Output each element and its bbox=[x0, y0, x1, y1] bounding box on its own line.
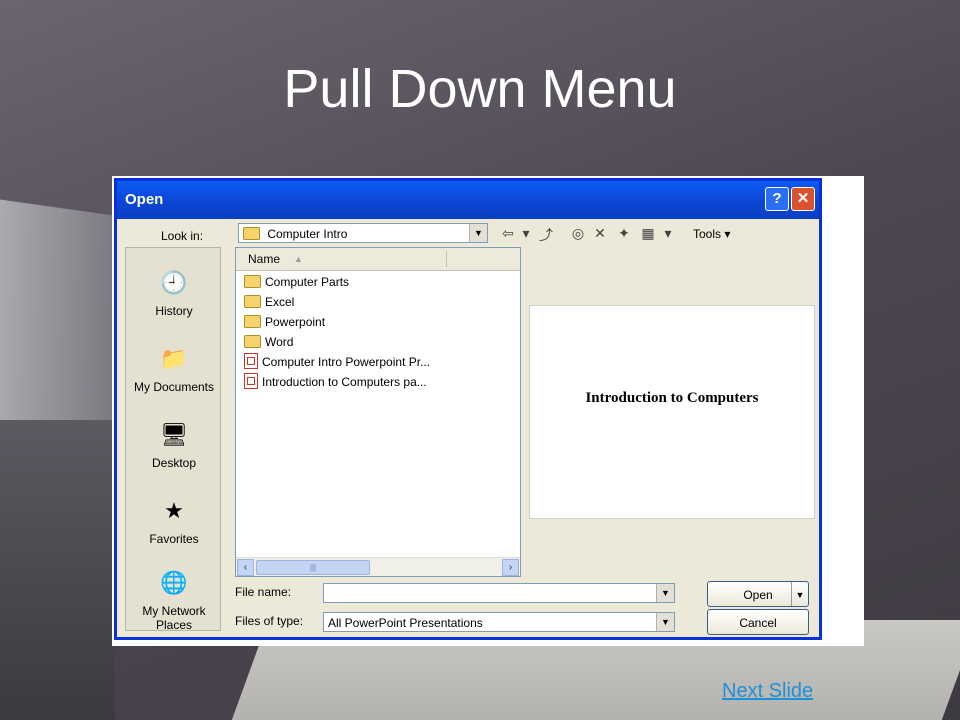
place-my-documents[interactable]: 📁 My Documents bbox=[126, 342, 222, 394]
place-history[interactable]: 🕘 History bbox=[126, 266, 222, 318]
folder-icon bbox=[244, 275, 261, 288]
open-dialog: Open ? ✕ Look in: Computer Intro ▼ ⇦ ▾ ⤴… bbox=[114, 178, 822, 640]
files-of-type-label: Files of type: bbox=[235, 614, 304, 628]
folder-icon bbox=[244, 335, 261, 348]
powerpoint-file-icon bbox=[244, 353, 258, 369]
back-icon[interactable]: ⇦ bbox=[499, 225, 517, 242]
cancel-button[interactable]: Cancel bbox=[707, 609, 809, 635]
look-in-value: Computer Intro bbox=[267, 227, 348, 241]
place-label: My Documents bbox=[133, 380, 215, 394]
file-name-input[interactable]: ▼ bbox=[323, 583, 675, 603]
place-desktop[interactable]: 🖥 Desktop bbox=[126, 418, 222, 470]
chevron-down-icon[interactable]: ▾ bbox=[517, 225, 535, 242]
desktop-icon: 🖥 bbox=[160, 422, 188, 447]
horizontal-scrollbar[interactable]: ‹ ||| › bbox=[236, 557, 520, 576]
folder-icon bbox=[243, 227, 260, 240]
file-name: Introduction to Computers pa... bbox=[262, 375, 427, 389]
list-item[interactable]: Excel bbox=[240, 292, 294, 312]
open-button-label: Open bbox=[743, 588, 773, 602]
file-name: Powerpoint bbox=[265, 315, 326, 329]
places-bar: 🕘 History 📁 My Documents 🖥 Desktop ★ Fav… bbox=[125, 247, 222, 632]
list-item[interactable]: Word bbox=[240, 332, 293, 352]
network-places-icon: 🌐 bbox=[160, 570, 188, 595]
chevron-down-icon[interactable]: ▼ bbox=[469, 224, 487, 242]
close-button[interactable]: ✕ bbox=[791, 187, 815, 211]
look-in-label: Look in: bbox=[161, 229, 204, 243]
chevron-down-icon[interactable]: ▼ bbox=[791, 582, 808, 606]
sort-arrow-icon: ▲ bbox=[294, 254, 303, 264]
folder-icon bbox=[244, 315, 261, 328]
list-item[interactable]: Powerpoint bbox=[240, 312, 325, 332]
history-icon: 🕘 bbox=[160, 270, 188, 295]
tools-menu-button[interactable]: Tools ▾ bbox=[693, 227, 730, 241]
list-item[interactable]: Computer Intro Powerpoint Pr... bbox=[240, 352, 430, 372]
preview-pane: Introduction to Computers bbox=[529, 305, 815, 519]
delete-icon[interactable]: ✕ bbox=[591, 225, 609, 242]
open-button[interactable]: Open ▼ bbox=[707, 581, 809, 607]
file-list: Name ▲ Computer Parts Excel Powerpoint W… bbox=[235, 247, 521, 577]
file-name: Computer Intro Powerpoint Pr... bbox=[262, 355, 431, 369]
favorites-icon: ★ bbox=[164, 498, 184, 523]
files-of-type-select[interactable]: All PowerPoint Presentations ▼ bbox=[323, 612, 675, 632]
place-network[interactable]: 🌐 My Network Places bbox=[126, 566, 222, 632]
screenshot-frame: Open ? ✕ Look in: Computer Intro ▼ ⇦ ▾ ⤴… bbox=[112, 176, 864, 646]
file-name-label: File name: bbox=[235, 585, 292, 599]
next-slide-link[interactable]: Next Slide bbox=[722, 680, 813, 703]
search-web-icon[interactable]: ◎ bbox=[569, 225, 587, 242]
chevron-down-icon[interactable]: ▼ bbox=[656, 584, 674, 602]
folder-icon bbox=[244, 295, 261, 308]
scroll-left-icon[interactable]: ‹ bbox=[237, 559, 254, 576]
column-header-name[interactable]: Name ▲ bbox=[236, 248, 520, 271]
help-button[interactable]: ? bbox=[765, 187, 789, 211]
column-separator bbox=[446, 251, 447, 267]
file-name-value bbox=[324, 587, 328, 601]
up-folder-icon[interactable]: ⤴ bbox=[537, 225, 555, 245]
powerpoint-file-icon bbox=[244, 373, 258, 389]
scroll-right-icon[interactable]: › bbox=[502, 559, 519, 576]
background-shape bbox=[0, 420, 115, 720]
my-documents-icon: 📁 bbox=[160, 346, 188, 371]
chevron-down-icon[interactable]: ▾ bbox=[659, 225, 677, 242]
files-of-type-value: All PowerPoint Presentations bbox=[328, 616, 483, 630]
place-favorites[interactable]: ★ Favorites bbox=[126, 494, 222, 546]
column-name-label: Name bbox=[248, 252, 281, 266]
new-folder-icon[interactable]: ✦ bbox=[615, 225, 633, 242]
place-label: My Network Places bbox=[142, 604, 206, 632]
dialog-titlebar: Open ? ✕ bbox=[117, 181, 819, 219]
place-label: History bbox=[155, 304, 193, 318]
list-item[interactable]: Introduction to Computers pa... bbox=[240, 372, 427, 392]
place-label: Desktop bbox=[151, 456, 197, 470]
look-in-select[interactable]: Computer Intro ▼ bbox=[238, 223, 488, 243]
file-name: Excel bbox=[265, 295, 295, 309]
views-icon[interactable]: ▦ bbox=[639, 225, 657, 242]
preview-text: Introduction to Computers bbox=[585, 390, 759, 406]
file-name: Computer Parts bbox=[265, 275, 350, 289]
dialog-title: Open bbox=[125, 191, 164, 208]
chevron-down-icon[interactable]: ▼ bbox=[656, 613, 674, 631]
slide-title: Pull Down Menu bbox=[283, 59, 677, 119]
scroll-thumb[interactable]: ||| bbox=[256, 560, 370, 575]
file-name: Word bbox=[265, 335, 294, 349]
list-item[interactable]: Computer Parts bbox=[240, 272, 349, 292]
place-label: Favorites bbox=[149, 532, 199, 546]
